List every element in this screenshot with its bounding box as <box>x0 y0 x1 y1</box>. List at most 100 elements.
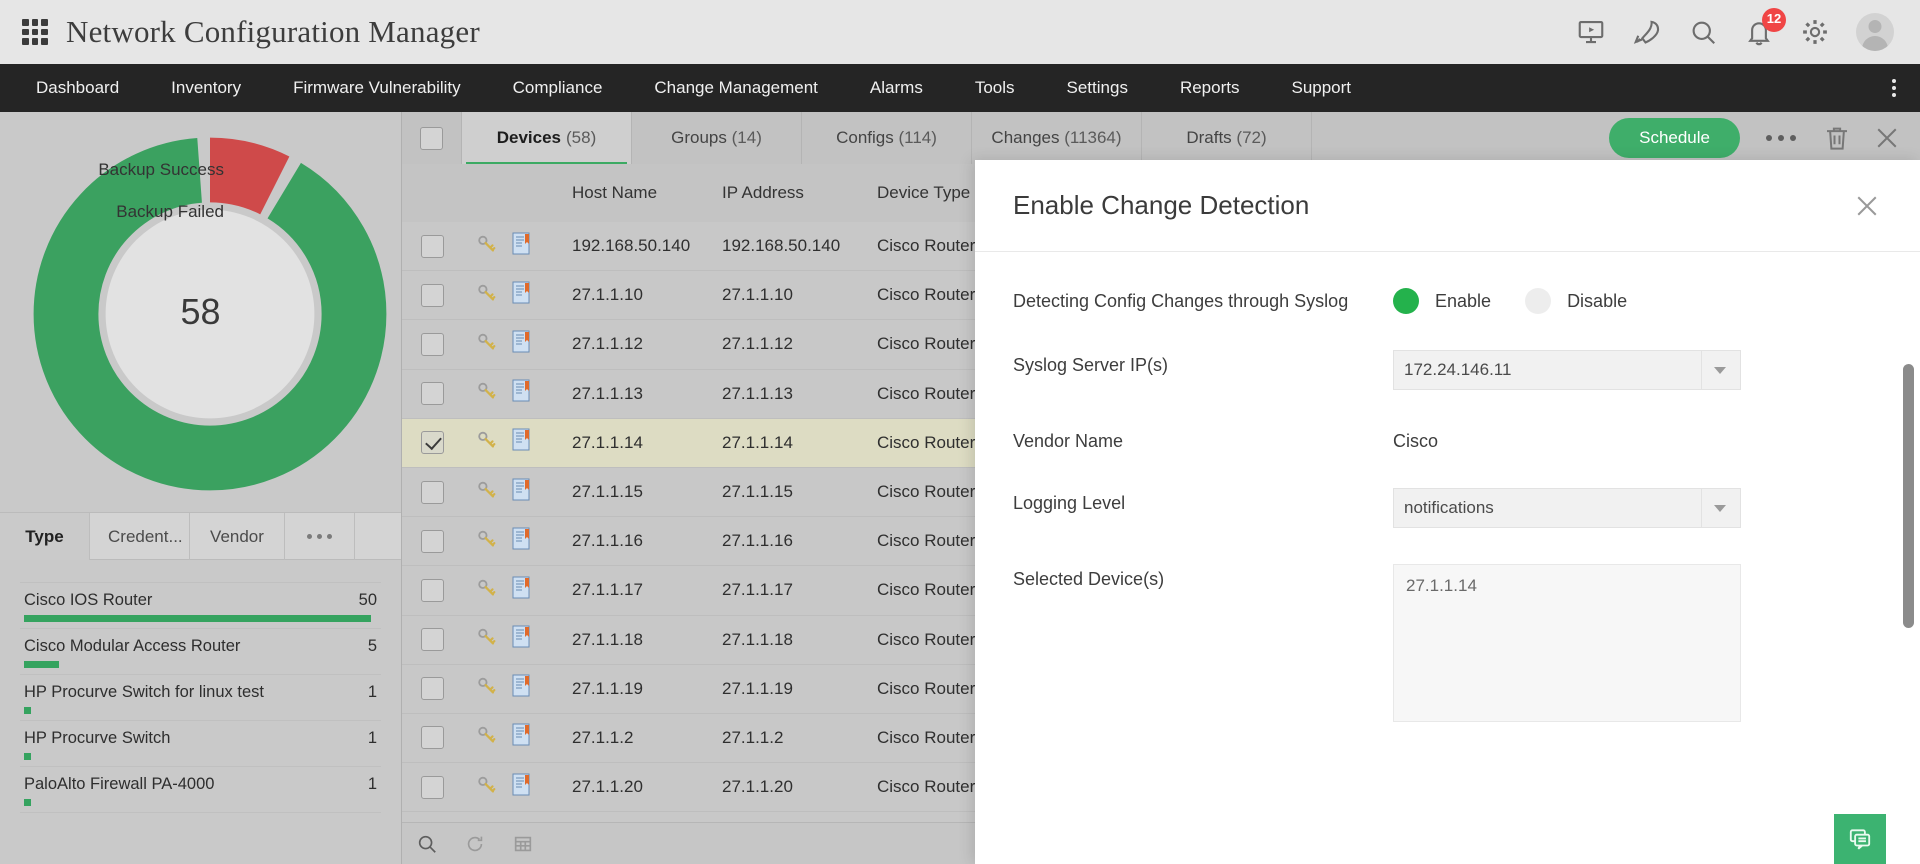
tab-groups[interactable]: Groups (14) <box>632 112 802 164</box>
horizontal-dots-icon[interactable] <box>1760 129 1802 147</box>
key-icon[interactable] <box>476 479 498 506</box>
syslog-server-select[interactable]: 172.24.146.11 <box>1393 350 1741 390</box>
nav-item-alarms[interactable]: Alarms <box>844 64 949 112</box>
sidebar-tab-type[interactable]: Type <box>0 513 90 560</box>
list-item[interactable]: Cisco Modular Access Router 5 <box>20 629 381 675</box>
tab-configs-label: Configs <box>836 128 894 147</box>
schedule-button[interactable]: Schedule <box>1609 118 1740 158</box>
row-checkbox[interactable] <box>420 529 444 553</box>
application-window: Network Configuration Manager 12 Dashboa… <box>0 0 1920 864</box>
nav-item-tools[interactable]: Tools <box>949 64 1041 112</box>
field-label-logging-level: Logging Level <box>1013 493 1126 513</box>
list-item[interactable]: Cisco IOS Router 50 <box>20 582 381 629</box>
row-checkbox[interactable] <box>420 480 444 504</box>
row-checkbox[interactable] <box>420 234 444 258</box>
field-syslog-server: Syslog Server IP(s) 172.24.146.11 <box>975 350 1920 390</box>
rocket-icon[interactable] <box>1632 17 1662 47</box>
selected-devices-box[interactable]: 27.1.1.14 <box>1393 564 1741 722</box>
tab-devices[interactable]: Devices (58) <box>462 112 632 164</box>
nav-item-firmware-vulnerability[interactable]: Firmware Vulnerability <box>267 64 487 112</box>
column-header-ip-address[interactable]: IP Address <box>722 183 877 203</box>
cell-host-name: 27.1.1.2 <box>572 727 634 747</box>
cell-host-name: 27.1.1.18 <box>572 629 643 649</box>
row-checkbox[interactable] <box>420 283 444 307</box>
row-checkbox[interactable] <box>420 431 444 455</box>
nav-item-compliance[interactable]: Compliance <box>487 64 629 112</box>
config-document-icon[interactable] <box>512 625 532 654</box>
syslog-detection-radio-group: Enable Disable <box>1393 286 1882 314</box>
select-all-checkbox[interactable] <box>420 126 443 150</box>
dialog-scrollbar[interactable] <box>1903 364 1914 628</box>
table-view-icon[interactable] <box>512 833 534 855</box>
key-icon[interactable] <box>476 577 498 604</box>
nav-item-settings[interactable]: Settings <box>1041 64 1154 112</box>
key-icon[interactable] <box>476 675 498 702</box>
nav-item-support[interactable]: Support <box>1265 64 1377 112</box>
nav-item-inventory[interactable]: Inventory <box>145 64 267 112</box>
config-document-icon[interactable] <box>512 232 532 261</box>
close-icon[interactable] <box>1852 191 1882 221</box>
config-document-icon[interactable] <box>512 723 532 752</box>
tab-changes[interactable]: Changes (11364) <box>972 112 1142 164</box>
row-checkbox[interactable] <box>420 726 444 750</box>
refresh-icon[interactable] <box>464 833 486 855</box>
tab-drafts[interactable]: Drafts (72) <box>1142 112 1312 164</box>
tab-configs-count: (114) <box>898 128 937 147</box>
config-document-icon[interactable] <box>512 330 532 359</box>
device-type-count: 1 <box>367 683 377 701</box>
enable-change-detection-dialog: Enable Change Detection Detecting Config… <box>975 160 1920 864</box>
key-icon[interactable] <box>476 724 498 751</box>
tab-configs[interactable]: Configs (114) <box>802 112 972 164</box>
cell-ip-address: 27.1.1.18 <box>722 629 793 649</box>
key-icon[interactable] <box>476 380 498 407</box>
chat-support-icon[interactable] <box>1834 814 1886 864</box>
radio-disable[interactable] <box>1525 288 1552 314</box>
radio-enable[interactable] <box>1393 288 1419 314</box>
config-document-icon[interactable] <box>512 527 532 556</box>
row-checkbox[interactable] <box>420 775 444 799</box>
logging-level-select[interactable]: notifications <box>1393 488 1741 528</box>
key-icon[interactable] <box>476 429 498 456</box>
config-document-icon[interactable] <box>512 674 532 703</box>
key-icon[interactable] <box>476 528 498 555</box>
sidebar-tab-credentials[interactable]: Credent... <box>90 513 190 560</box>
list-item[interactable]: HP Procurve Switch for linux test 1 <box>20 675 381 721</box>
trash-icon[interactable] <box>1822 123 1852 153</box>
row-checkbox[interactable] <box>420 332 444 356</box>
nav-item-reports[interactable]: Reports <box>1154 64 1266 112</box>
cell-ip-address: 27.1.1.15 <box>722 482 793 502</box>
config-document-icon[interactable] <box>512 428 532 457</box>
close-icon[interactable] <box>1872 123 1902 153</box>
bell-icon[interactable]: 12 <box>1744 8 1786 47</box>
device-type-name: Cisco IOS Router <box>24 591 153 609</box>
list-item[interactable]: PaloAlto Firewall PA-4000 1 <box>20 767 381 813</box>
config-document-icon[interactable] <box>512 478 532 507</box>
key-icon[interactable] <box>476 282 498 309</box>
config-document-icon[interactable] <box>512 576 532 605</box>
column-header-host-name[interactable]: Host Name <box>572 183 722 203</box>
row-checkbox[interactable] <box>420 628 444 652</box>
vertical-dots-icon[interactable] <box>1882 64 1906 112</box>
row-checkbox[interactable] <box>420 382 444 406</box>
gear-icon[interactable] <box>1800 17 1830 47</box>
key-icon[interactable] <box>476 626 498 653</box>
avatar[interactable] <box>1856 13 1894 51</box>
key-icon[interactable] <box>476 233 498 260</box>
config-document-icon[interactable] <box>512 379 532 408</box>
search-icon[interactable] <box>416 833 438 855</box>
key-icon[interactable] <box>476 331 498 358</box>
config-document-icon[interactable] <box>512 773 532 802</box>
presentation-icon[interactable] <box>1576 17 1606 47</box>
apps-grid-icon[interactable] <box>22 19 48 45</box>
list-item[interactable]: HP Procurve Switch 1 <box>20 721 381 767</box>
key-icon[interactable] <box>476 774 498 801</box>
radio-enable-label: Enable <box>1435 290 1492 311</box>
nav-item-change-management[interactable]: Change Management <box>628 64 844 112</box>
row-checkbox[interactable] <box>420 578 444 602</box>
sidebar-tab-vendor[interactable]: Vendor <box>190 513 285 560</box>
sidebar-tab-more[interactable] <box>285 513 355 560</box>
nav-item-dashboard[interactable]: Dashboard <box>10 64 145 112</box>
row-checkbox[interactable] <box>420 677 444 701</box>
config-document-icon[interactable] <box>512 281 532 310</box>
search-icon[interactable] <box>1688 17 1718 47</box>
